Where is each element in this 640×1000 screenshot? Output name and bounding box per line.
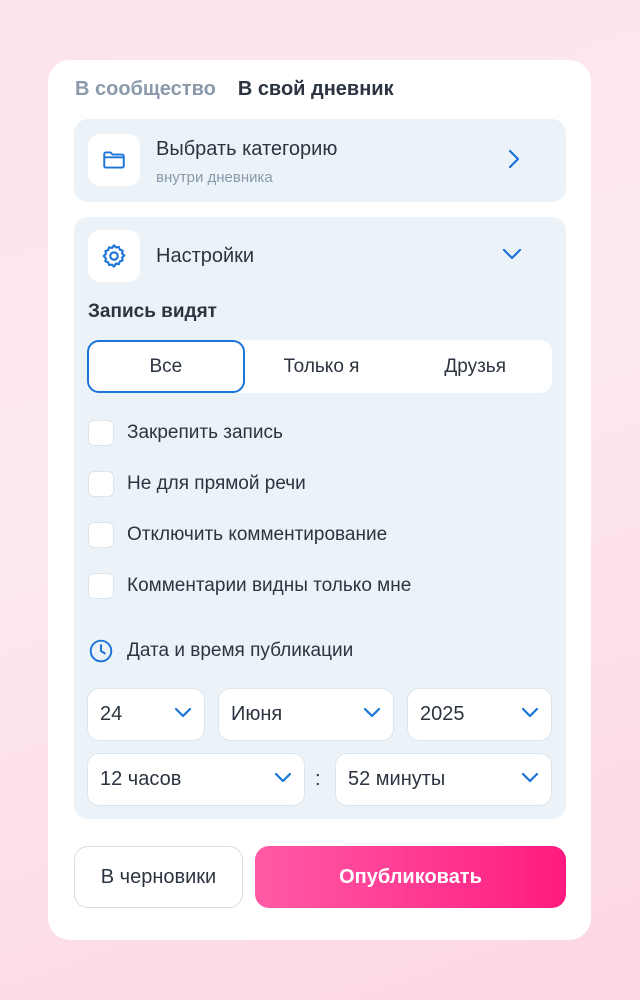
chevron-down-icon [363, 707, 381, 718]
pin-post-label: Закрепить запись [127, 421, 283, 443]
disable-comments-option[interactable]: Отключить комментирование [88, 509, 411, 560]
visibility-option-all[interactable]: Все [87, 340, 245, 393]
hours-value: 12 часов [100, 768, 182, 790]
destination-tabs: В сообщество В свой дневник [75, 78, 394, 101]
tab-my-diary[interactable]: В свой дневник [238, 78, 394, 101]
visibility-option-only-me[interactable]: Только я [245, 340, 399, 393]
publish-date-heading: Дата и время публикации [88, 638, 353, 664]
visibility-segmented-control: Все Только я Друзья [87, 340, 552, 393]
chevron-down-icon [521, 772, 539, 783]
hours-select[interactable]: 12 часов [87, 753, 305, 806]
chevron-down-icon[interactable] [502, 248, 522, 260]
category-title: Выбрать категорию [156, 138, 338, 160]
category-selector[interactable]: Выбрать категорию внутри дневника [74, 119, 566, 202]
day-select[interactable]: 24 [87, 688, 205, 741]
minutes-select[interactable]: 52 минуты [335, 753, 552, 806]
chevron-down-icon [174, 707, 192, 718]
post-settings-card: В сообщество В свой дневник Выбрать кате… [48, 60, 591, 940]
clock-icon [89, 639, 113, 663]
folder-icon [103, 151, 125, 169]
options-checklist: Закрепить запись Не для прямой речи Откл… [88, 407, 411, 611]
not-for-quoting-checkbox[interactable] [88, 470, 114, 497]
time-separator: : [315, 768, 321, 790]
publish-date-label: Дата и время публикации [127, 640, 354, 661]
day-value: 24 [100, 703, 123, 725]
chevron-down-icon [274, 772, 292, 783]
gear-icon [102, 244, 126, 268]
year-select[interactable]: 2025 [407, 688, 552, 741]
disable-comments-checkbox[interactable] [88, 521, 114, 548]
private-comments-checkbox[interactable] [88, 572, 114, 599]
visibility-label: Запись видят [88, 301, 217, 322]
private-comments-label: Комментарии видны только мне [127, 574, 412, 596]
settings-panel: Настройки Запись видят Все Только я Друз… [74, 217, 566, 819]
chevron-right-icon [508, 149, 520, 169]
visibility-option-friends[interactable]: Друзья [398, 340, 552, 393]
gear-icon-box [88, 230, 140, 282]
pin-post-option[interactable]: Закрепить запись [88, 407, 411, 458]
not-for-quoting-option[interactable]: Не для прямой речи [88, 458, 411, 509]
chevron-down-icon [521, 707, 539, 718]
disable-comments-label: Отключить комментирование [127, 523, 388, 545]
folder-icon-box [88, 134, 140, 186]
category-subtitle: внутри дневника [156, 169, 273, 186]
month-value: Июня [231, 703, 283, 725]
publish-button[interactable]: Опубликовать [255, 846, 566, 908]
month-select[interactable]: Июня [218, 688, 394, 741]
year-value: 2025 [420, 703, 465, 725]
minutes-value: 52 минуты [348, 768, 446, 790]
pin-post-checkbox[interactable] [88, 419, 114, 446]
save-draft-button[interactable]: В черновики [74, 846, 243, 908]
not-for-quoting-label: Не для прямой речи [127, 472, 306, 494]
settings-title[interactable]: Настройки [156, 245, 254, 268]
tab-community[interactable]: В сообщество [75, 78, 216, 101]
private-comments-option[interactable]: Комментарии видны только мне [88, 560, 411, 611]
